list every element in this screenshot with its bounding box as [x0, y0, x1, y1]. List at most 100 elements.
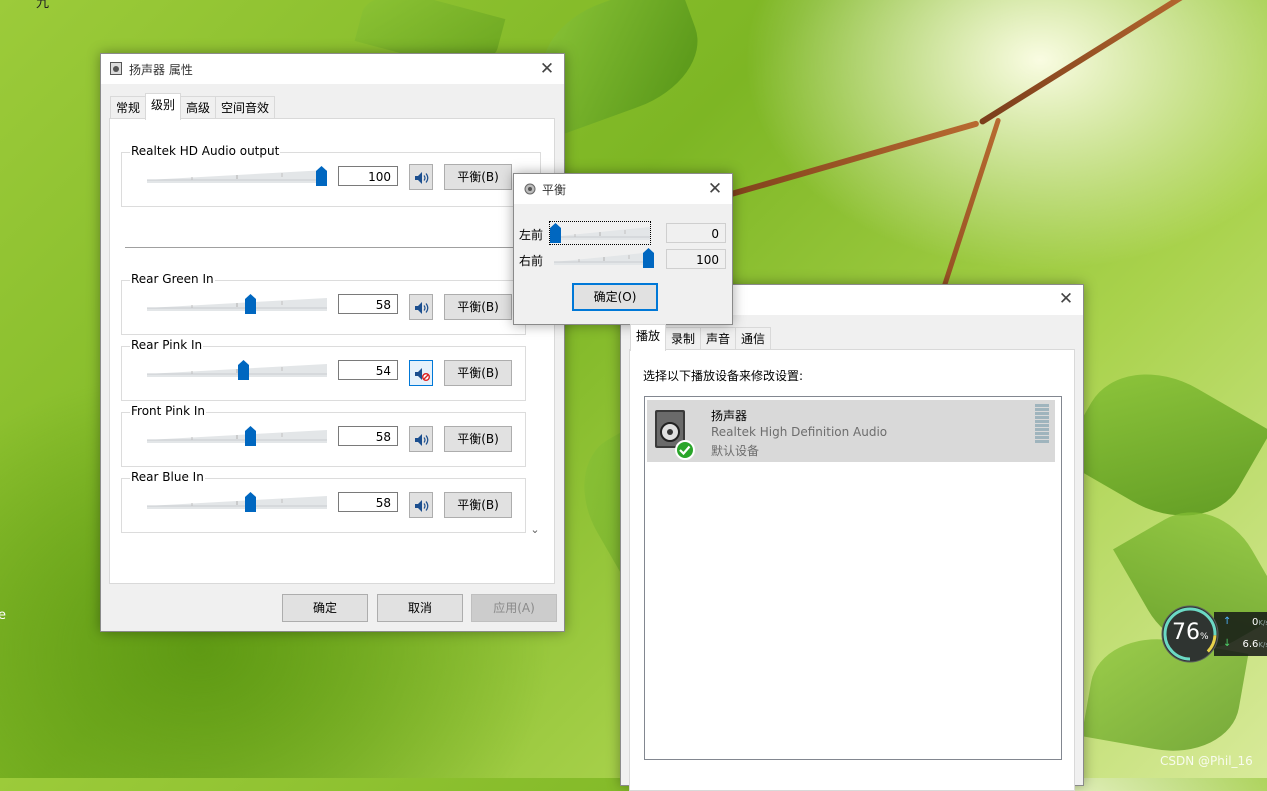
- tab-levels[interactable]: 级别: [145, 93, 182, 120]
- slider-thumb[interactable]: [245, 426, 257, 446]
- balance-right-label: 右前: [519, 254, 544, 268]
- channel-volume-value[interactable]: 58: [338, 492, 398, 512]
- balance-left-label: 左前: [519, 228, 544, 242]
- speaker-device-icon: [655, 410, 695, 460]
- master-balance-button[interactable]: 平衡(B): [444, 164, 512, 190]
- channel-balance-button[interactable]: 平衡(B): [444, 492, 512, 518]
- channel-volume-slider[interactable]: [147, 425, 327, 447]
- upload-speed: 0K/s: [1252, 617, 1267, 628]
- speaker-volume-icon: [415, 500, 429, 512]
- slider-track: [147, 496, 327, 509]
- channel-volume-slider[interactable]: [147, 293, 327, 315]
- channel-balance-button[interactable]: 平衡(B): [444, 360, 512, 386]
- channel-mute-button[interactable]: [409, 426, 433, 452]
- watermark: CSDN @Phil_16: [1160, 754, 1253, 768]
- device-status: 默认设备: [711, 444, 760, 458]
- download-speed: 6.6K/s: [1242, 639, 1267, 650]
- slider-thumb[interactable]: [245, 294, 257, 314]
- right-front-value[interactable]: 100: [666, 249, 726, 269]
- apply-button[interactable]: 应用(A): [471, 594, 557, 622]
- channel-label: Rear Pink In: [130, 338, 204, 352]
- channel-group: Rear Green In 58 平衡(B): [121, 272, 526, 335]
- speaker-icon: [110, 62, 122, 75]
- master-volume-value[interactable]: 100: [338, 166, 398, 186]
- tab-advanced[interactable]: 高级: [180, 96, 217, 118]
- tab-communications[interactable]: 通信: [735, 327, 772, 349]
- speaker-volume-icon: [415, 434, 429, 446]
- channel-label: Rear Blue In: [130, 470, 205, 484]
- speaker-muted-icon: [415, 368, 430, 381]
- device-name: 扬声器: [711, 409, 748, 423]
- channel-volume-slider[interactable]: [147, 359, 327, 381]
- separator: [125, 247, 525, 248]
- master-group: Realtek HD Audio output 100 平衡(B): [121, 144, 541, 207]
- master-label: Realtek HD Audio output: [130, 144, 281, 158]
- speaker-icon: [524, 183, 536, 195]
- slider-track: [147, 430, 327, 443]
- title-bar[interactable]: 扬声器 属性 ✕: [101, 54, 564, 84]
- speaker-volume-icon: [415, 172, 429, 184]
- usage-percent: 76%: [1172, 620, 1209, 645]
- device-driver: Realtek High Definition Audio: [711, 425, 888, 439]
- scroll-down-arrow[interactable]: ⌄: [527, 522, 543, 538]
- channel-balance-button[interactable]: 平衡(B): [444, 294, 512, 320]
- slider-track: [554, 252, 654, 265]
- channel-volume-value[interactable]: 58: [338, 426, 398, 446]
- channel-volume-slider[interactable]: [147, 491, 327, 513]
- speaker-volume-icon: [415, 302, 429, 314]
- channel-label: Front Pink In: [130, 404, 206, 418]
- slider-thumb[interactable]: [245, 492, 257, 512]
- upload-arrow-icon: ↑: [1223, 616, 1232, 627]
- channel-group: Rear Pink In 54 平衡(B): [121, 338, 526, 401]
- channel-group: Front Pink In 58 平衡(B): [121, 404, 526, 467]
- volume-meter: [1035, 404, 1049, 444]
- slider-track: [147, 298, 327, 311]
- tab-strip: 播放 录制 声音 通信: [630, 324, 772, 351]
- dialog-title: 平衡: [542, 183, 567, 197]
- network-monitor-widget[interactable]: 76% ↑ 0K/s ↓ 6.6K/s: [1160, 604, 1267, 664]
- device-list: 扬声器 Realtek High Definition Audio 默认设备: [644, 396, 1062, 760]
- tab-sounds[interactable]: 声音: [700, 327, 737, 349]
- slider-track: [147, 364, 327, 377]
- left-front-value[interactable]: 0: [666, 223, 726, 243]
- levels-panel: Realtek HD Audio output 100 平衡(B) Rear G…: [109, 118, 555, 584]
- desktop-edge-text: e: [0, 608, 6, 623]
- channel-mute-button[interactable]: [409, 360, 433, 386]
- window-title: 扬声器 属性: [129, 63, 193, 77]
- left-front-slider[interactable]: [549, 221, 651, 245]
- playback-panel: 选择以下播放设备来修改设置: 扬声器 Realtek High Definiti…: [629, 349, 1075, 791]
- tab-spatial-sound[interactable]: 空间音效: [215, 96, 276, 118]
- close-button[interactable]: ✕: [536, 58, 558, 80]
- slider-thumb[interactable]: [238, 360, 250, 380]
- close-button[interactable]: ✕: [1055, 288, 1077, 310]
- download-arrow-icon: ↓: [1223, 638, 1232, 649]
- tab-general[interactable]: 常规: [110, 96, 147, 118]
- channel-mute-button[interactable]: [409, 492, 433, 518]
- slider-thumb[interactable]: [643, 248, 654, 268]
- sound-window: ✕ 播放 录制 声音 通信 选择以下播放设备来修改设置: 扬声器 Realtek…: [620, 284, 1084, 791]
- speaker-properties-window: 扬声器 属性 ✕ 常规 级别 高级 空间音效 Realtek HD Audio …: [100, 53, 565, 632]
- instruction-text: 选择以下播放设备来修改设置:: [643, 369, 804, 383]
- tab-strip: 常规 级别 高级 空间音效: [110, 93, 276, 120]
- channel-balance-button[interactable]: 平衡(B): [444, 426, 512, 452]
- device-row[interactable]: 扬声器 Realtek High Definition Audio 默认设备: [647, 400, 1055, 462]
- right-front-slider[interactable]: [554, 247, 654, 269]
- channel-volume-value[interactable]: 54: [338, 360, 398, 380]
- channel-mute-button[interactable]: [409, 294, 433, 320]
- slider-thumb[interactable]: [550, 223, 561, 243]
- tab-playback[interactable]: 播放: [630, 324, 667, 351]
- master-mute-button[interactable]: [409, 164, 433, 190]
- slider-track: [147, 170, 327, 183]
- cancel-button[interactable]: 取消: [377, 594, 463, 622]
- channel-label: Rear Green In: [130, 272, 215, 286]
- channel-volume-value[interactable]: 58: [338, 294, 398, 314]
- balance-dialog: 平衡 ✕ 左前 0 右前 100 确定(O): [513, 173, 733, 325]
- close-button[interactable]: ✕: [704, 178, 726, 200]
- master-volume-slider[interactable]: [147, 165, 327, 187]
- slider-thumb[interactable]: [316, 166, 327, 186]
- tab-recording[interactable]: 录制: [665, 327, 702, 349]
- ok-button[interactable]: 确定: [282, 594, 368, 622]
- channel-group: Rear Blue In 58 平衡(B): [121, 470, 526, 533]
- title-bar[interactable]: 平衡 ✕: [514, 174, 732, 204]
- balance-ok-button[interactable]: 确定(O): [572, 283, 658, 311]
